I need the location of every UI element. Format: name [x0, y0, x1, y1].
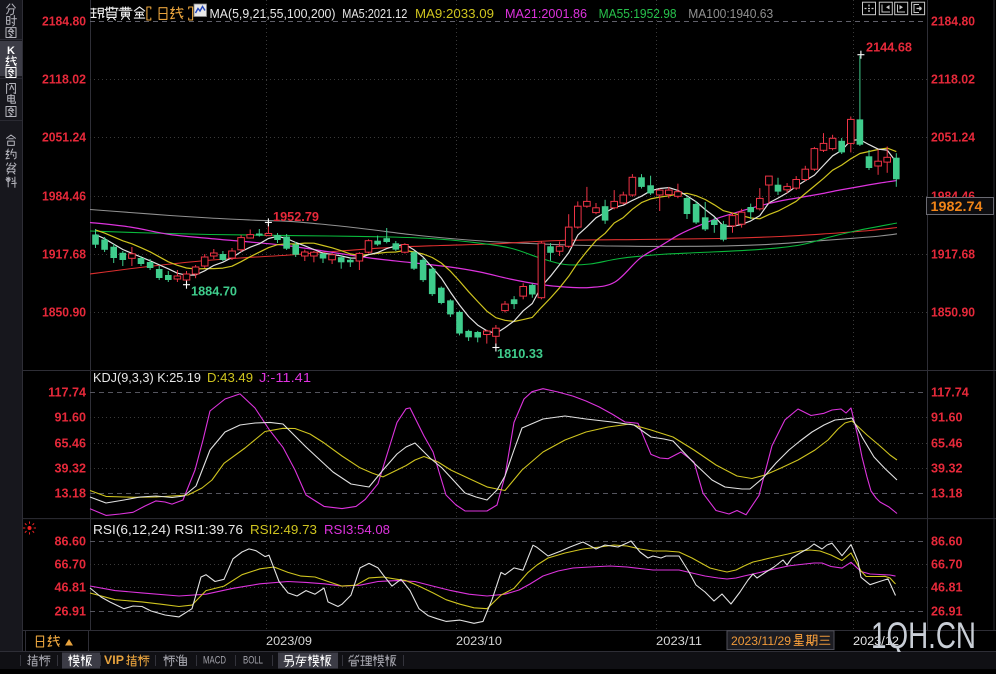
svg-text:65.46: 65.46 — [55, 437, 87, 451]
svg-text:RSI2:49.73: RSI2:49.73 — [250, 523, 317, 537]
svg-text:2051.24: 2051.24 — [42, 131, 86, 145]
svg-text:2118.02: 2118.02 — [42, 73, 86, 87]
svg-text:117.74: 117.74 — [48, 386, 86, 400]
svg-text:1984.46: 1984.46 — [42, 190, 86, 204]
svg-text:2023/11/29: 2023/11/29 — [731, 636, 791, 648]
svg-text:RSI(6,12,24) RSI1:39.76: RSI(6,12,24) RSI1:39.76 — [93, 523, 243, 537]
svg-text:2184.80: 2184.80 — [931, 15, 975, 29]
svg-text:1952.79: 1952.79 — [273, 210, 319, 224]
svg-text:MA(5,9,21,55,100,200): MA(5,9,21,55,100,200) — [210, 6, 336, 21]
svg-text:VIP: VIP — [104, 655, 124, 667]
svg-text:66.70: 66.70 — [55, 558, 87, 572]
svg-text:91.60: 91.60 — [931, 411, 963, 425]
svg-text:86.60: 86.60 — [55, 535, 87, 549]
svg-text:1850.90: 1850.90 — [42, 306, 86, 320]
svg-text:117.74: 117.74 — [931, 386, 969, 400]
svg-text:K: K — [7, 45, 15, 57]
svg-text:MA21:2001.86: MA21:2001.86 — [505, 6, 587, 21]
svg-text:1850.90: 1850.90 — [931, 306, 975, 320]
svg-text:2023/09: 2023/09 — [266, 636, 312, 648]
svg-text:2144.68: 2144.68 — [866, 41, 912, 55]
svg-text:1884.70: 1884.70 — [191, 285, 237, 299]
svg-text:MA5:2021.12: MA5:2021.12 — [342, 6, 407, 21]
svg-text:MA100:1940.63: MA100:1940.63 — [688, 6, 773, 21]
svg-text:RSI3:54.08: RSI3:54.08 — [324, 523, 390, 537]
svg-text:39.32: 39.32 — [55, 462, 87, 476]
svg-text:86.60: 86.60 — [931, 535, 963, 549]
svg-text:2051.24: 2051.24 — [931, 131, 975, 145]
svg-text:2023/10: 2023/10 — [456, 636, 502, 648]
svg-text:91.60: 91.60 — [55, 411, 87, 425]
svg-text:65.46: 65.46 — [931, 437, 963, 451]
svg-text:1QH.CN: 1QH.CN — [871, 615, 976, 656]
svg-text:MA9:2033.09: MA9:2033.09 — [415, 6, 494, 21]
svg-text:46.81: 46.81 — [55, 581, 87, 595]
svg-text:39.32: 39.32 — [931, 462, 963, 476]
svg-text:J:-11.41: J:-11.41 — [259, 371, 311, 385]
svg-text:1810.33: 1810.33 — [497, 347, 543, 361]
svg-text:1917.68: 1917.68 — [931, 248, 975, 262]
svg-text:26.91: 26.91 — [55, 605, 87, 619]
svg-text:46.81: 46.81 — [931, 581, 963, 595]
svg-text:MACD: MACD — [203, 655, 226, 667]
svg-text:13.18: 13.18 — [931, 487, 963, 501]
svg-text:1982.74: 1982.74 — [931, 199, 984, 214]
svg-text:2184.80: 2184.80 — [42, 15, 86, 29]
svg-text:2118.02: 2118.02 — [931, 73, 975, 87]
svg-text:D:43.49: D:43.49 — [207, 371, 253, 385]
svg-text:BOLL: BOLL — [243, 655, 263, 667]
svg-text:13.18: 13.18 — [55, 487, 87, 501]
svg-text:2023/11: 2023/11 — [656, 636, 702, 648]
svg-text:66.70: 66.70 — [931, 558, 963, 572]
svg-text:1917.68: 1917.68 — [42, 248, 86, 262]
svg-text:KDJ(9,3,3) K:25.19: KDJ(9,3,3) K:25.19 — [93, 371, 201, 385]
svg-text:MA55:1952.98: MA55:1952.98 — [599, 6, 677, 21]
